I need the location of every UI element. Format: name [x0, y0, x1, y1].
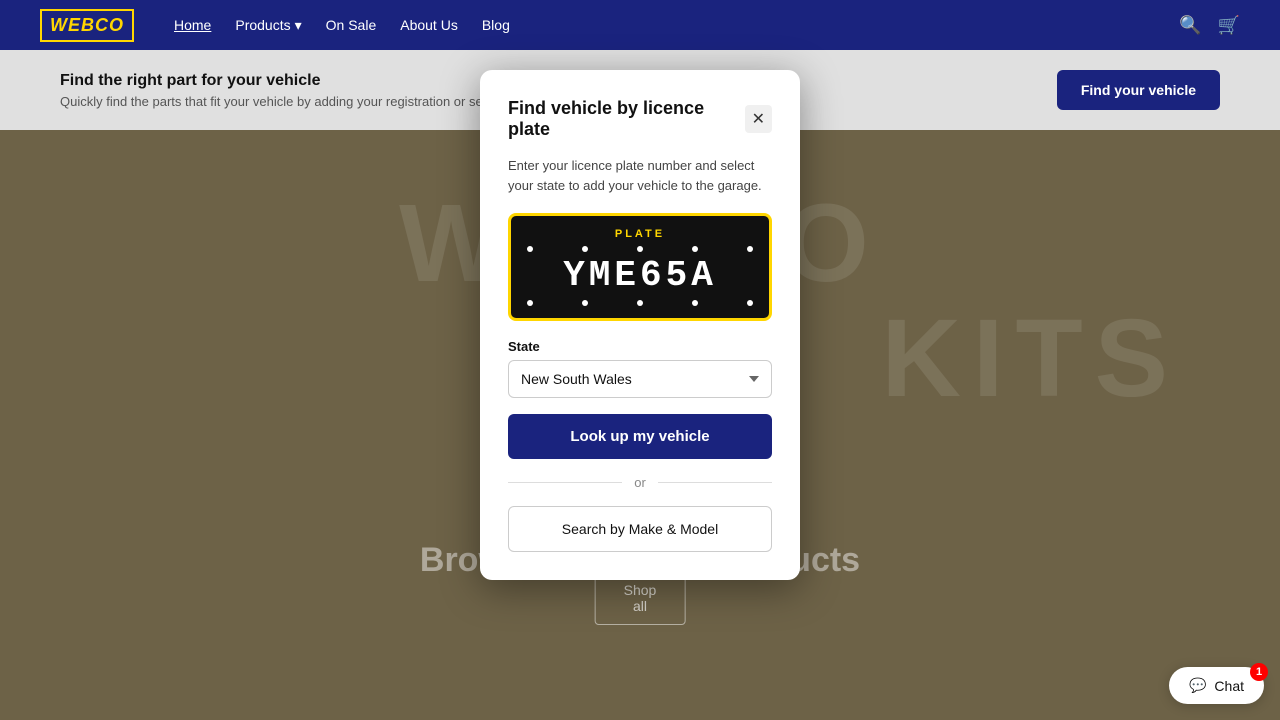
chat-widget[interactable]: 💬 Chat 1 [1169, 667, 1264, 704]
plate-dot-bc3 [692, 300, 698, 306]
or-line-left [508, 482, 622, 483]
plate-dot-tl [527, 246, 533, 252]
plate-dot-tc3 [692, 246, 698, 252]
navbar: WEBCO Home Products ▾ On Sale About Us B… [0, 0, 1280, 50]
nav-home[interactable]: Home [174, 17, 211, 33]
search-make-model-button[interactable]: Search by Make & Model [508, 506, 772, 552]
modal-header: Find vehicle by licence plate ✕ [508, 98, 772, 140]
nav-onsale[interactable]: On Sale [326, 17, 377, 33]
modal-close-button[interactable]: ✕ [745, 105, 772, 133]
plate-dot-br [747, 300, 753, 306]
chat-icon: 💬 [1189, 677, 1206, 694]
chevron-down-icon: ▾ [295, 17, 302, 34]
nav-products[interactable]: Products ▾ [235, 17, 301, 34]
navbar-left: WEBCO Home Products ▾ On Sale About Us B… [40, 9, 510, 42]
state-label: State [508, 339, 772, 354]
state-select[interactable]: New South Wales Victoria Queensland Sout… [508, 360, 772, 398]
modal-title: Find vehicle by licence plate [508, 98, 745, 140]
plate-dot-bc1 [582, 300, 588, 306]
nav-links: Home Products ▾ On Sale About Us Blog [174, 17, 510, 34]
search-button[interactable]: 🔍 [1179, 15, 1201, 36]
plate-dot-tc2 [637, 246, 643, 252]
plate-dot-tr [747, 246, 753, 252]
or-text: or [634, 475, 646, 490]
vehicle-lookup-modal: Find vehicle by licence plate ✕ Enter yo… [480, 70, 800, 580]
chat-label: Chat [1214, 678, 1244, 694]
license-plate: PLATE YME65A [508, 213, 772, 321]
plate-bottom-dots [527, 300, 753, 306]
plate-dot-bl [527, 300, 533, 306]
chat-badge: 1 [1250, 663, 1268, 681]
lookup-vehicle-button[interactable]: Look up my vehicle [508, 414, 772, 459]
or-divider: or [508, 475, 772, 490]
modal-description: Enter your licence plate number and sele… [508, 156, 772, 195]
logo[interactable]: WEBCO [40, 9, 134, 42]
plate-dot-bc2 [637, 300, 643, 306]
plate-number: YME65A [527, 256, 753, 296]
cart-button[interactable]: 🛒 [1218, 15, 1240, 36]
plate-label: PLATE [527, 228, 753, 240]
nav-blog[interactable]: Blog [482, 17, 510, 33]
or-line-right [658, 482, 772, 483]
plate-top-dots [527, 246, 753, 252]
navbar-right: 🔍 🛒 [1179, 15, 1240, 36]
modal-backdrop: Find vehicle by licence plate ✕ Enter yo… [0, 50, 1280, 720]
plate-dot-tc1 [582, 246, 588, 252]
nav-aboutus[interactable]: About Us [400, 17, 458, 33]
